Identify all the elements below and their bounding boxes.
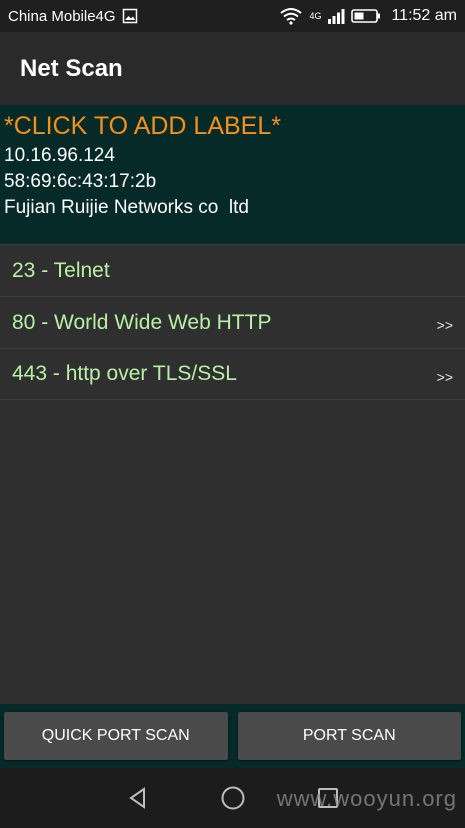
chevron-right-icon[interactable]: >> <box>437 317 453 333</box>
carrier-group: China Mobile4G <box>8 8 138 25</box>
port-scan-button[interactable]: PORT SCAN <box>237 712 461 760</box>
port-row-443[interactable]: 443 - http over TLS/SSL >> <box>0 348 465 400</box>
status-icons: 4G 11:52 am <box>279 7 457 25</box>
port-row-80[interactable]: 80 - World Wide Web HTTP >> <box>0 296 465 348</box>
port-list: 23 - Telnet 80 - World Wide Web HTTP >> … <box>0 244 465 400</box>
app-title: Net Scan <box>20 54 123 82</box>
device-ip: 10.16.96.124 <box>4 145 115 166</box>
port-label: 443 - http over TLS/SSL <box>12 362 237 385</box>
back-icon[interactable] <box>126 786 150 810</box>
status-bar: China Mobile4G 4G 11:52 am <box>0 0 465 32</box>
device-panel: *CLICK TO ADD LABEL* 10.16.96.124 58:69:… <box>0 105 465 244</box>
signal-icon <box>327 8 345 24</box>
battery-icon <box>351 8 381 24</box>
wifi-icon <box>279 7 303 25</box>
button-bar: QUICK PORT SCAN PORT SCAN <box>0 704 465 768</box>
image-icon <box>122 8 138 24</box>
clock: 11:52 am <box>391 7 457 24</box>
port-label: 23 - Telnet <box>12 258 110 282</box>
carrier-name: China Mobile4G <box>8 7 116 25</box>
watermark: www.wooyun.org <box>276 786 457 811</box>
home-icon[interactable] <box>220 785 246 811</box>
port-row-23[interactable]: 23 - Telnet <box>0 244 465 296</box>
device-mac: 58:69:6c:43:17:2b <box>4 171 157 192</box>
quick-port-scan-button[interactable]: QUICK PORT SCAN <box>4 712 228 760</box>
add-label-link[interactable]: *CLICK TO ADD LABEL* <box>4 109 461 143</box>
app-bar: Net Scan <box>0 32 465 105</box>
network-type-label: 4G <box>309 11 322 21</box>
chevron-right-icon[interactable]: >> <box>437 369 453 385</box>
port-label: 80 - World Wide Web HTTP <box>12 310 272 334</box>
device-vendor: Fujian Ruijie Networks co ltd <box>4 197 249 218</box>
